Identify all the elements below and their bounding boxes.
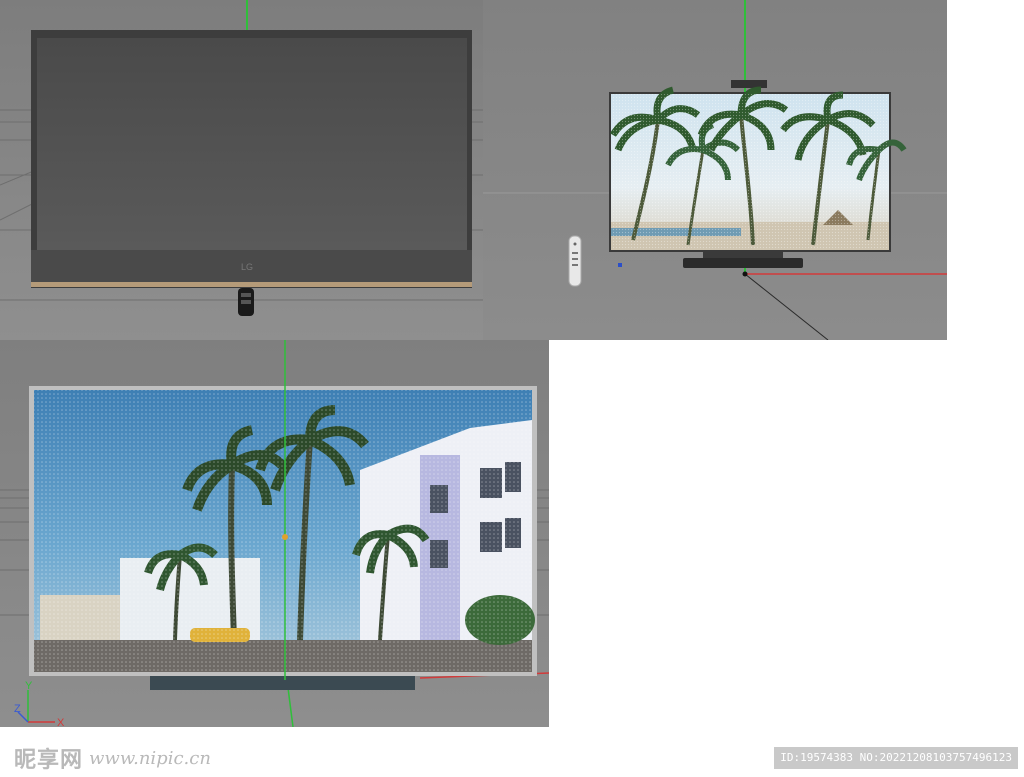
tv-model: LG bbox=[31, 30, 472, 316]
watermark-id: ID:19574383 NO:20221208103757496123 bbox=[774, 747, 1018, 769]
tv-screen-palm-beach bbox=[609, 86, 907, 250]
watermark-brand: 昵享网 bbox=[14, 748, 84, 773]
light-marker bbox=[618, 263, 622, 267]
tv-screen-off bbox=[37, 38, 467, 250]
viewport-front[interactable]: LG bbox=[0, 0, 483, 340]
viewport-side[interactable] bbox=[483, 0, 947, 340]
remote-control bbox=[568, 235, 582, 287]
tv-brand-logo: LG bbox=[241, 262, 253, 272]
axis-label-z: Z bbox=[14, 703, 21, 715]
viewport-front-canvas: LG bbox=[0, 0, 483, 340]
watermark-left: 昵享网 www.nipic.cn bbox=[14, 744, 211, 774]
watermark-url: www.nipic.cn bbox=[89, 747, 211, 769]
tv-stand-base bbox=[683, 258, 803, 268]
axis-label-y: Y bbox=[25, 680, 33, 692]
tv-model bbox=[609, 80, 907, 268]
viewport-bottom[interactable]: Y Z X bbox=[0, 340, 549, 727]
tv-stand-base bbox=[150, 676, 415, 690]
viewport-bottom-canvas: Y Z X bbox=[0, 340, 549, 727]
viewport-side-canvas bbox=[483, 0, 947, 340]
axis-label-x: X bbox=[57, 717, 65, 727]
